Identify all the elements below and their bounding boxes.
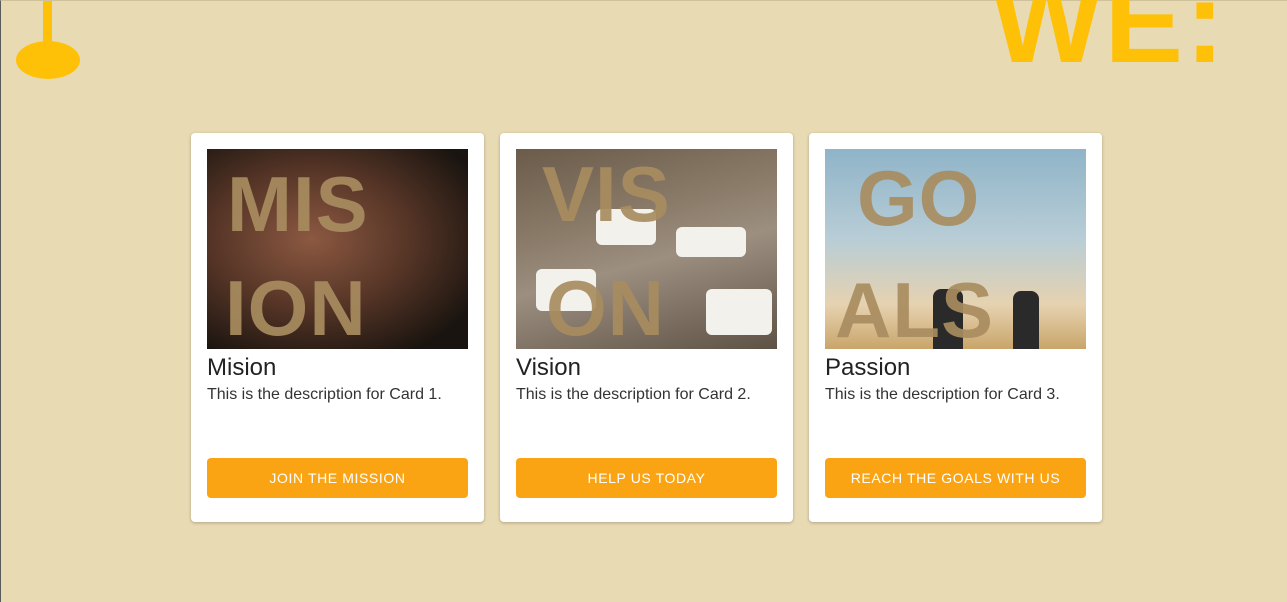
card-description: This is the description for Card 3. [825,386,1060,403]
lamp-base-decoration [16,41,80,79]
card-title: Mision [207,354,277,381]
image-text-bottom: ON [546,264,665,349]
image-overlay-text: VIS ON [516,149,777,349]
card-image-mission: MIS ION [207,149,468,349]
image-text-bottom: ION [225,264,367,349]
card-title: Passion [825,354,911,381]
header-we-text: WE: [991,0,1227,88]
card-title: Vision [516,354,581,381]
card-image-vision: VIS ON [516,149,777,349]
join-the-mission-button[interactable]: JOIN THE MISSION [207,458,468,498]
image-text-bottom: ALS [835,266,994,349]
card-passion: GO ALS Passion This is the description f… [809,133,1102,522]
help-us-today-button[interactable]: HELP US TODAY [516,458,777,498]
image-text-top: VIS [542,150,671,238]
image-text-top: GO [857,154,981,242]
card-vision: VIS ON Vision This is the description fo… [500,133,793,522]
image-overlay-text: MIS ION [207,149,468,349]
card-description: This is the description for Card 1. [207,386,442,403]
card-image-passion: GO ALS [825,149,1086,349]
card-mission: MIS ION Mision This is the description f… [191,133,484,522]
image-overlay-text: GO ALS [825,149,1086,349]
card-list: MIS ION Mision This is the description f… [191,133,1102,522]
image-text-top: MIS [227,160,369,248]
card-description: This is the description for Card 2. [516,386,751,403]
reach-the-goals-button[interactable]: REACH THE GOALS WITH US [825,458,1086,498]
